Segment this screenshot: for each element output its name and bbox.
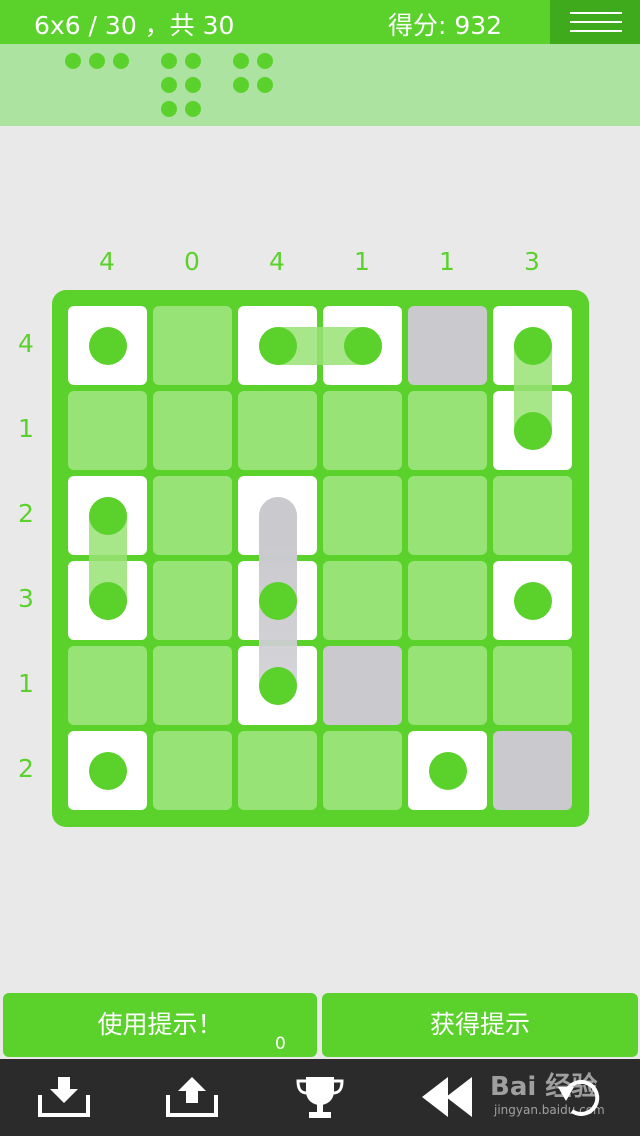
tray-piece-dot	[185, 77, 201, 93]
tray-piece-dot	[161, 53, 177, 69]
blocked-cell[interactable]	[408, 306, 487, 385]
menu-button[interactable]	[550, 0, 640, 44]
column-clue: 3	[524, 247, 540, 276]
blocked-cell[interactable]	[323, 646, 402, 725]
empty-cell[interactable]	[323, 476, 402, 555]
placed-dot	[513, 581, 552, 620]
row-clue: 3	[18, 584, 34, 613]
score-display: 得分: 932	[388, 11, 503, 40]
empty-cell[interactable]	[68, 646, 147, 725]
menu-icon-line	[570, 21, 622, 23]
empty-cell[interactable]	[323, 561, 402, 640]
placed-dot	[88, 496, 127, 535]
puzzle-board	[52, 290, 589, 827]
tray-piece-dot	[257, 53, 273, 69]
row-clue: 2	[18, 754, 34, 783]
empty-cell[interactable]	[408, 391, 487, 470]
placed-dot	[258, 666, 297, 705]
blocked-cell[interactable]	[493, 731, 572, 810]
tray-piece-dot	[257, 77, 273, 93]
empty-cell[interactable]	[408, 646, 487, 725]
placed-dot	[258, 581, 297, 620]
tray-piece-dot	[89, 53, 105, 69]
hint-count-badge: 0	[275, 1034, 286, 1054]
empty-cell[interactable]	[408, 476, 487, 555]
column-clue: 1	[354, 247, 370, 276]
row-clue: 2	[18, 499, 34, 528]
empty-cell[interactable]	[68, 391, 147, 470]
tray-piece-dot	[161, 101, 177, 117]
empty-cell[interactable]	[493, 646, 572, 725]
empty-cell[interactable]	[153, 476, 232, 555]
trophy-icon[interactable]	[292, 1073, 348, 1121]
empty-cell[interactable]	[153, 391, 232, 470]
empty-cell[interactable]	[153, 731, 232, 810]
placed-dot	[343, 326, 382, 365]
column-clue: 4	[269, 247, 285, 276]
tray-piece-dot	[185, 53, 201, 69]
tray-piece-dot	[233, 77, 249, 93]
placed-dot	[513, 326, 552, 365]
level-indicator: 6x6 / 30 ，共 30	[34, 11, 235, 40]
watermark-url: jingyan.baidu.com	[494, 1103, 605, 1117]
tray-piece-dot	[233, 53, 249, 69]
menu-icon-line	[570, 30, 622, 32]
tray-piece-dot	[113, 53, 129, 69]
column-clue: 1	[439, 247, 455, 276]
placed-dot	[258, 326, 297, 365]
empty-cell[interactable]	[238, 391, 317, 470]
empty-cell[interactable]	[323, 731, 402, 810]
placed-dot	[88, 581, 127, 620]
watermark-logo: Bai 经验	[490, 1072, 598, 1102]
row-clue: 1	[18, 669, 34, 698]
tray-piece-dot	[65, 53, 81, 69]
column-clue: 0	[184, 247, 200, 276]
rewind-icon[interactable]	[418, 1073, 474, 1121]
placed-dot	[88, 326, 127, 365]
tray-piece-dot	[161, 77, 177, 93]
empty-cell[interactable]	[153, 646, 232, 725]
placed-dot	[428, 751, 467, 790]
get-hint-button[interactable]: 获得提示	[322, 993, 638, 1057]
download-icon[interactable]	[36, 1073, 92, 1121]
empty-cell[interactable]	[153, 306, 232, 385]
use-hint-button[interactable]: 使用提示！	[3, 993, 317, 1057]
hint-dot	[258, 496, 297, 535]
menu-icon	[570, 12, 622, 14]
pieces-tray	[0, 44, 640, 126]
empty-cell[interactable]	[323, 391, 402, 470]
tray-piece-dot	[185, 101, 201, 117]
get-hint-label: 获得提示	[429, 1010, 530, 1039]
empty-cell[interactable]	[238, 731, 317, 810]
empty-cell[interactable]	[408, 561, 487, 640]
row-clue: 4	[18, 329, 34, 358]
column-clue: 4	[99, 247, 115, 276]
placed-dot	[88, 751, 127, 790]
top-bar: 6x6 / 30 ，共 30 得分: 932	[0, 0, 640, 44]
row-clue: 1	[18, 414, 34, 443]
empty-cell[interactable]	[153, 561, 232, 640]
upload-icon[interactable]	[164, 1073, 220, 1121]
use-hint-label: 使用提示！	[97, 1010, 223, 1039]
placed-dot	[513, 411, 552, 450]
empty-cell[interactable]	[493, 476, 572, 555]
